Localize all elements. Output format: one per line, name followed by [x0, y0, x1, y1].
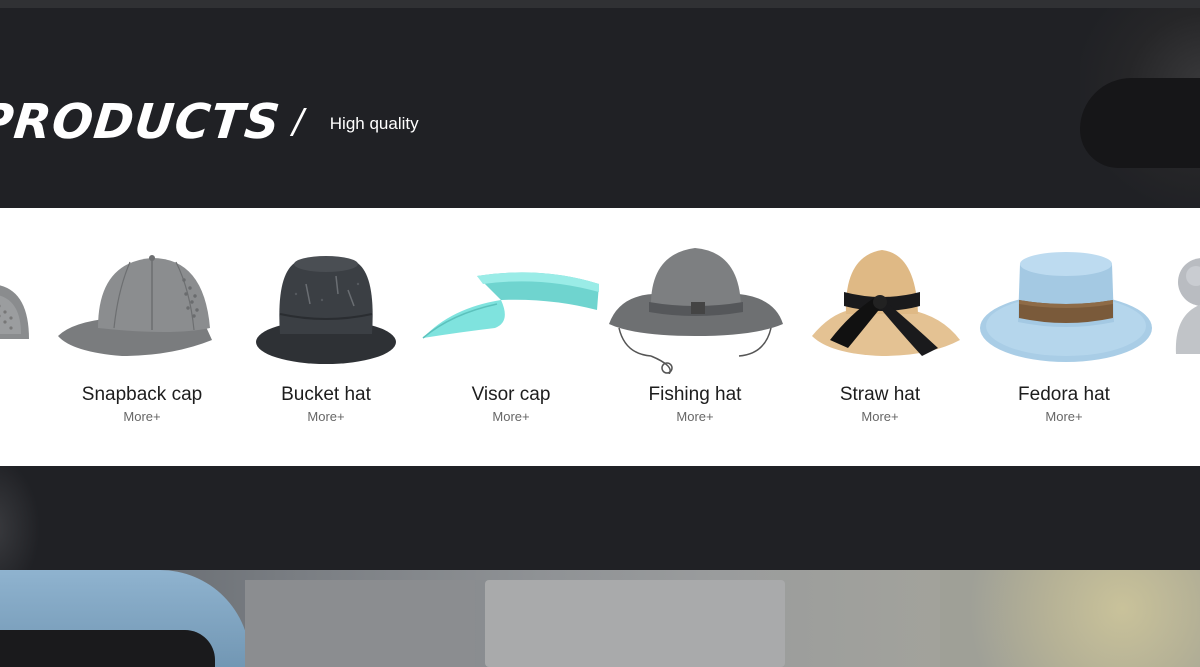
more-link[interactable]: More+: [50, 409, 234, 424]
product-item-fedora-hat[interactable]: Fedora hat More+: [972, 208, 1156, 466]
product-name[interactable]: Straw hat: [788, 384, 972, 406]
product-name[interactable]: Bucket hat: [234, 384, 418, 406]
top-bar: [0, 0, 1200, 8]
background-foliage: [940, 570, 1200, 667]
hair-shadow: [0, 630, 215, 667]
background-wall: [245, 580, 475, 667]
hat-silhouette: [1080, 78, 1200, 168]
more-link[interactable]: More+: [419, 409, 603, 424]
dark-band: [0, 466, 1200, 570]
more-link[interactable]: More+: [972, 409, 1156, 424]
fishing-hat-icon: [609, 248, 783, 374]
product-item-fishing-hat[interactable]: Fishing hat More+: [603, 208, 787, 466]
band-photo-edge: [0, 466, 40, 570]
section-subtitle: High quality: [329, 114, 419, 133]
pom-beanie-icon: [1175, 258, 1200, 354]
product-item-snapback-cap[interactable]: Snapback cap More+: [50, 208, 234, 466]
product-name[interactable]: ap: [0, 384, 53, 406]
more-link[interactable]: More+: [788, 409, 972, 424]
background-panel: [485, 580, 785, 667]
bucket-hat-icon: [256, 256, 396, 364]
section-heading: PRODUCTS / High quality: [0, 92, 419, 152]
product-item-straw-hat[interactable]: Straw hat More+: [788, 208, 972, 466]
section-title: PRODUCTS: [0, 94, 284, 150]
fedora-hat-icon: [980, 252, 1152, 362]
product-name[interactable]: Fedora hat: [972, 384, 1156, 406]
product-item-pom-beanie[interactable]: [1160, 208, 1200, 466]
baseball-cap-icon: [0, 285, 29, 339]
product-item-cap[interactable]: ap: [0, 208, 53, 466]
product-item-bucket-hat[interactable]: Bucket hat More+: [234, 208, 418, 466]
visor-cap-icon: [422, 272, 599, 339]
product-name[interactable]: Visor cap: [419, 384, 603, 406]
straw-hat-icon: [812, 250, 960, 356]
more-link[interactable]: More+: [234, 409, 418, 424]
product-name[interactable]: Fishing hat: [603, 384, 787, 406]
product-carousel: ap Snapback cap More+: [0, 208, 1200, 466]
product-name[interactable]: Snapback cap: [50, 384, 234, 406]
product-item-visor-cap[interactable]: Visor cap More+: [419, 208, 603, 466]
title-separator: /: [292, 102, 304, 142]
more-link[interactable]: More+: [603, 409, 787, 424]
snapback-cap-icon: [58, 255, 212, 356]
lifestyle-photo: [0, 570, 1200, 667]
